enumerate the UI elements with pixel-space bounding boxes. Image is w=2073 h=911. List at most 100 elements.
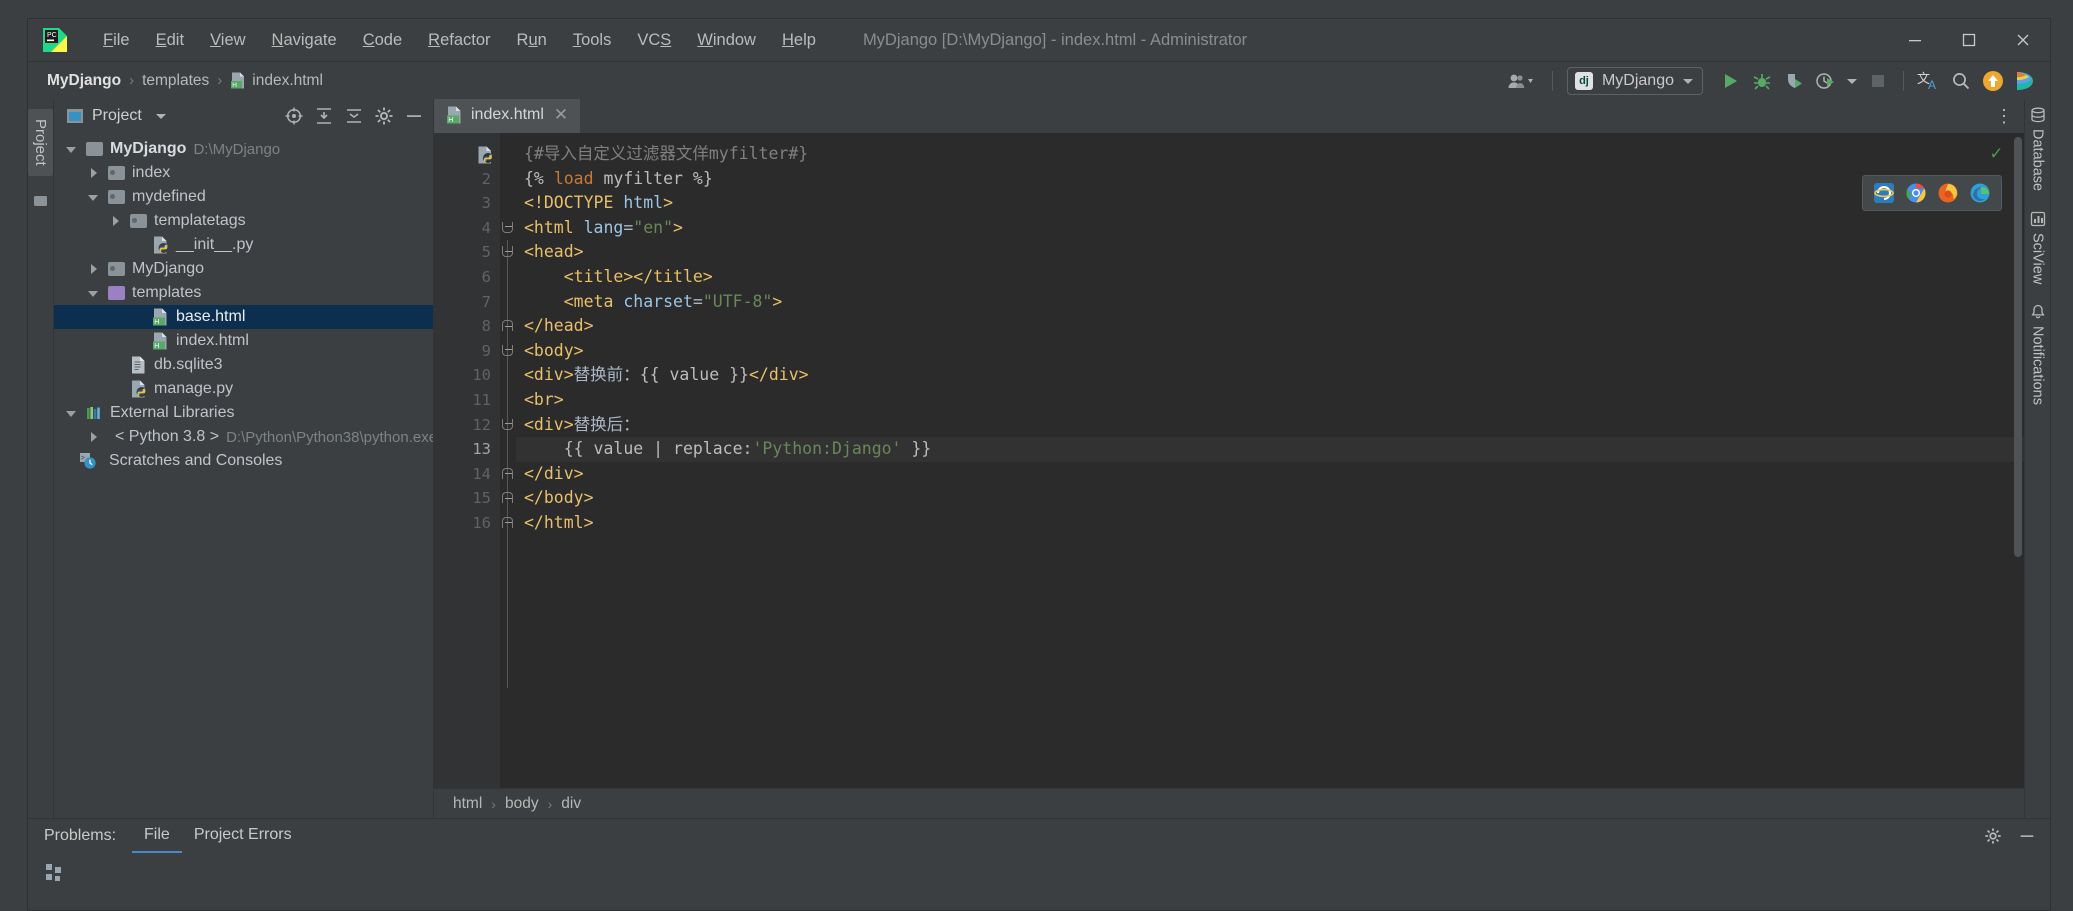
menu-run[interactable]: Run — [504, 27, 560, 54]
chevron-down-icon[interactable] — [88, 287, 101, 300]
tool-tab-database[interactable]: Database — [2030, 107, 2046, 191]
collapse-all-button[interactable] — [341, 103, 367, 129]
tool-tab-label: Notifications — [2029, 326, 2046, 406]
browser-ie-icon[interactable] — [1873, 182, 1895, 204]
code-folding-gutter[interactable] — [500, 133, 516, 788]
open-in-browser-popup[interactable] — [1862, 175, 2002, 211]
menu-window[interactable]: Window — [684, 27, 769, 54]
status-crumb-div[interactable]: div — [556, 794, 586, 814]
ide-feature-button[interactable] — [2010, 66, 2040, 96]
fold-collapse-icon[interactable] — [502, 418, 513, 430]
menu-file[interactable]: File — [90, 27, 143, 54]
close-button[interactable] — [1996, 19, 2050, 61]
chevron-down-icon[interactable] — [88, 191, 101, 204]
chevron-down-icon[interactable] — [155, 113, 166, 119]
project-tree[interactable]: MyDjango D:\MyDjango index mydefined tem… — [54, 133, 433, 818]
breadcrumb-item-file[interactable]: H index.html — [225, 70, 328, 92]
code-editor[interactable]: 1 2 3 4 5 6 7 8 9 10 11 12 13 14 — [434, 133, 2024, 788]
fold-end-icon[interactable] — [502, 467, 513, 479]
problems-hide-button[interactable] — [2014, 823, 2040, 849]
status-crumb-html[interactable]: html — [448, 794, 487, 814]
chevron-right-icon[interactable] — [110, 215, 123, 228]
editor-vertical-scrollbar[interactable] — [2014, 137, 2022, 557]
editor-tab-index-html[interactable]: H index.html ✕ — [434, 99, 581, 133]
menu-code[interactable]: Code — [350, 27, 415, 54]
breadcrumb[interactable]: MyDjango › templates › H index.html — [42, 70, 328, 92]
chevron-down-icon[interactable] — [66, 143, 79, 156]
status-crumb-body[interactable]: body — [500, 794, 544, 814]
problems-label: Problems: — [44, 827, 117, 844]
translate-button[interactable]: 文 A — [1914, 66, 1944, 96]
maximize-button[interactable] — [1942, 19, 1996, 61]
run-button[interactable] — [1715, 66, 1745, 96]
debug-button[interactable] — [1747, 66, 1777, 96]
menu-vcs[interactable]: VCS — [624, 27, 684, 54]
hide-panel-button[interactable] — [401, 103, 427, 129]
breadcrumb-item-project[interactable]: MyDjango — [42, 70, 126, 92]
run-with-coverage-button[interactable] — [1779, 66, 1809, 96]
tree-row-templates[interactable]: templates — [54, 281, 433, 305]
tool-tab-sciview[interactable]: SciView — [2030, 211, 2046, 284]
menu-refactor[interactable]: Refactor — [415, 27, 503, 54]
user-account-button[interactable] — [1502, 66, 1542, 96]
problems-grid-icon[interactable] — [44, 861, 66, 883]
fold-collapse-icon[interactable] — [502, 221, 513, 233]
tree-row-mydjango-root[interactable]: MyDjango D:\MyDjango — [54, 137, 433, 161]
fold-collapse-icon[interactable] — [502, 344, 513, 356]
menu-view[interactable]: View — [197, 27, 258, 54]
tree-row-python-sdk[interactable]: < Python 3.8 > D:\Python\Python38\python… — [54, 425, 433, 449]
tree-row-init-py[interactable]: __init__.py — [54, 233, 433, 257]
tab-file[interactable]: File — [132, 820, 182, 853]
close-icon[interactable]: ✕ — [552, 105, 570, 125]
update-project-button[interactable] — [1978, 66, 2008, 96]
tree-row-base-html[interactable]: H base.html — [54, 305, 433, 329]
tree-row-index-html[interactable]: H index.html — [54, 329, 433, 353]
search-everywhere-button[interactable] — [1946, 66, 1976, 96]
browser-chrome-icon[interactable] — [1905, 182, 1927, 204]
minimize-button[interactable] — [1888, 19, 1942, 61]
chevron-right-icon[interactable] — [88, 263, 101, 276]
tree-row-scratches[interactable]: > Scratches and Consoles — [54, 449, 433, 473]
window-controls[interactable] — [1888, 19, 2050, 61]
tree-row-templatetags[interactable]: templatetags — [54, 209, 433, 233]
structure-folder-icon[interactable] — [33, 194, 49, 208]
code-text[interactable]: {#导入自定义过滤器文佯myfilter#} {% load myfilter … — [516, 133, 2024, 788]
tab-project-errors[interactable]: Project Errors — [182, 820, 304, 853]
tree-row-index[interactable]: index — [54, 161, 433, 185]
fold-end-icon[interactable] — [502, 492, 513, 504]
stop-button[interactable] — [1863, 66, 1893, 96]
tree-row-db-sqlite3[interactable]: db.sqlite3 — [54, 353, 433, 377]
tree-row-external-libraries[interactable]: External Libraries — [54, 401, 433, 425]
fold-end-icon[interactable] — [502, 516, 513, 528]
expand-all-button[interactable] — [311, 103, 337, 129]
breadcrumb-item-templates[interactable]: templates — [137, 70, 214, 92]
tree-label: templatetags — [154, 212, 246, 229]
tool-tab-notifications[interactable]: Notifications — [2030, 304, 2046, 405]
select-opened-file-button[interactable] — [281, 103, 307, 129]
tree-row-mydefined[interactable]: mydefined — [54, 185, 433, 209]
settings-button[interactable] — [371, 103, 397, 129]
more-options-icon[interactable]: ⋮ — [1995, 106, 2014, 127]
inspection-ok-icon[interactable]: ✓ — [1991, 142, 2002, 164]
profile-dropdown-button[interactable] — [1843, 66, 1861, 96]
browser-edge-icon[interactable] — [1969, 182, 1991, 204]
profile-button[interactable] — [1811, 66, 1841, 96]
python-file-icon[interactable] — [476, 146, 494, 164]
browser-firefox-icon[interactable] — [1937, 182, 1959, 204]
menu-edit[interactable]: Edit — [143, 27, 197, 54]
tree-row-mydjango-package[interactable]: MyDjango — [54, 257, 433, 281]
tool-tab-project[interactable]: Project — [28, 109, 53, 176]
run-configuration-selector[interactable]: dj MyDjango — [1566, 67, 1703, 95]
menu-help[interactable]: Help — [769, 27, 829, 54]
menu-navigate[interactable]: Navigate — [259, 27, 350, 54]
fold-collapse-icon[interactable] — [502, 246, 513, 258]
problems-settings-button[interactable] — [1980, 823, 2006, 849]
tree-row-manage-py[interactable]: manage.py — [54, 377, 433, 401]
left-tool-strip: Project — [28, 99, 54, 818]
chevron-right-icon[interactable] — [88, 431, 101, 444]
menu-tools[interactable]: Tools — [560, 27, 625, 54]
chevron-right-icon[interactable] — [88, 167, 101, 180]
menu-bar[interactable]: File Edit View Navigate Code Refactor Ru… — [90, 27, 829, 54]
fold-end-icon[interactable] — [502, 320, 513, 332]
chevron-down-icon[interactable] — [66, 407, 79, 420]
